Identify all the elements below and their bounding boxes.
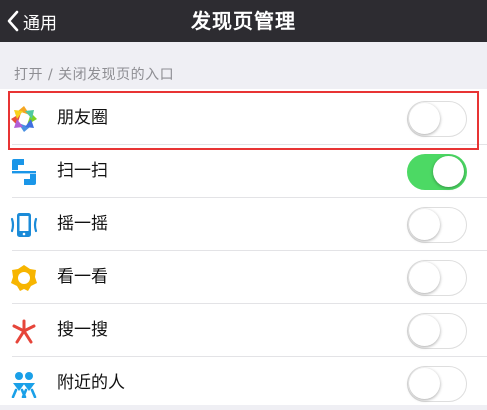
search-toggle[interactable]: [407, 313, 467, 349]
toggle-knob: [409, 315, 440, 346]
scan-toggle[interactable]: [407, 154, 467, 190]
list-item-label: 朋友圈: [57, 108, 108, 128]
toggle-knob: [409, 103, 440, 134]
navigation-bar: 通用 发现页管理: [0, 0, 487, 42]
list-item-search: 搜一搜: [0, 304, 487, 357]
discover-entries-list: 朋友圈 扫一扫 摇一摇 看一看 搜一搜 附近的人: [0, 89, 487, 405]
list-item-shake: 摇一摇: [0, 198, 487, 251]
list-item-label: 搜一搜: [57, 320, 108, 340]
toggle-knob: [433, 156, 464, 187]
list-item-scan: 扫一扫: [0, 145, 487, 198]
shake-toggle[interactable]: [407, 207, 467, 243]
list-item-people-nearby: 附近的人: [0, 357, 487, 410]
list-item-label: 看一看: [57, 267, 108, 287]
people-nearby-toggle[interactable]: [407, 366, 467, 402]
search-icon: [10, 317, 38, 345]
moments-toggle[interactable]: [407, 101, 467, 137]
moments-icon: [10, 105, 38, 133]
top-stories-icon: [10, 264, 38, 292]
top-stories-toggle[interactable]: [407, 260, 467, 296]
scan-icon: [10, 158, 38, 186]
list-item-label: 附近的人: [57, 373, 125, 393]
toggle-knob: [409, 368, 440, 399]
list-item-label: 扫一扫: [57, 161, 108, 181]
list-item-top-stories: 看一看: [0, 251, 487, 304]
section-header: 打开 / 关闭发现页的入口: [14, 67, 175, 83]
toggle-knob: [409, 262, 440, 293]
page-title: 发现页管理: [191, 9, 296, 33]
toggle-knob: [409, 209, 440, 240]
people-nearby-icon: [10, 370, 38, 399]
list-item-label: 摇一摇: [57, 214, 108, 234]
shake-icon: [10, 211, 38, 239]
list-item-moments: 朋友圈: [0, 92, 487, 145]
